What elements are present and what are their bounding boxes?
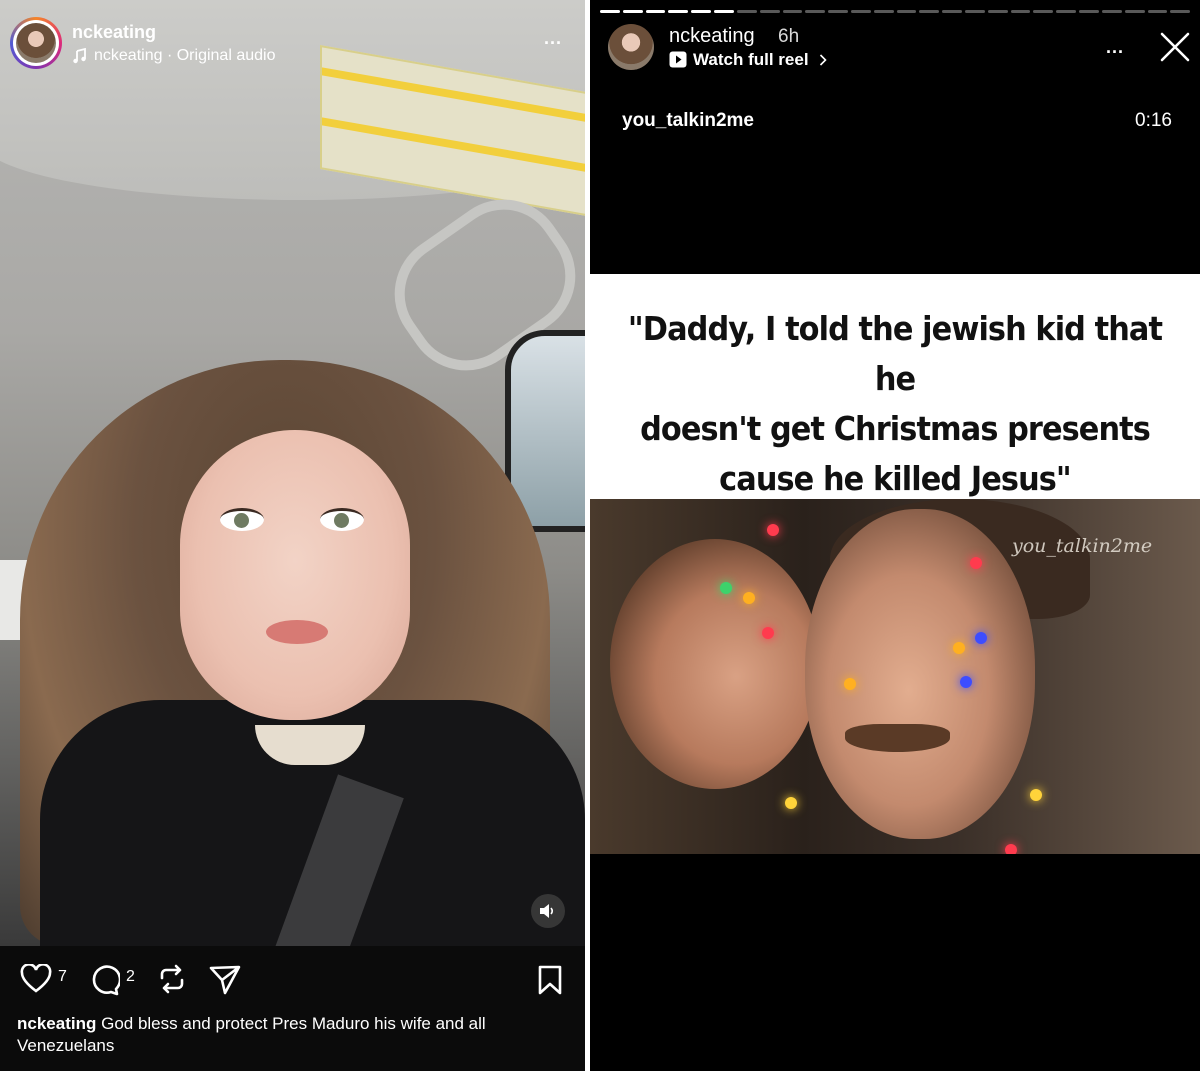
heart-icon[interactable] — [20, 964, 52, 994]
meme-image: you_talkin2me — [590, 499, 1200, 854]
progress-segment — [691, 10, 712, 13]
girl-figure — [610, 539, 820, 789]
progress-segment — [782, 10, 803, 13]
story-username[interactable]: nckeating — [669, 25, 755, 48]
reel-header: nckeating nckeating · Original audio ... — [0, 0, 585, 90]
watch-label: Watch full reel — [693, 50, 809, 69]
chevron-right-icon — [820, 54, 827, 66]
progress-segment — [987, 10, 1008, 13]
progress-segment — [736, 10, 757, 13]
progress-segment — [1079, 10, 1099, 13]
progress-segment — [645, 10, 666, 13]
person-face — [180, 430, 410, 720]
story-time: 6h — [778, 26, 800, 47]
audio-user: nckeating — [94, 47, 163, 64]
comment-count: 2 — [126, 968, 135, 985]
audio-label: Original audio — [176, 47, 276, 64]
progress-segment — [919, 10, 940, 13]
source-account[interactable]: you_talkin2me — [622, 110, 754, 132]
progress-segment — [714, 10, 734, 13]
progress-segment — [828, 10, 848, 13]
meme-line: "Daddy, I told the jewish kid that he — [627, 309, 1163, 398]
reel-duration: 0:16 — [1135, 110, 1172, 131]
progress-segment — [1147, 10, 1168, 13]
story-more-button[interactable]: ... — [1106, 37, 1124, 58]
man-figure — [805, 509, 1035, 839]
caption-username[interactable]: nckeating — [17, 1014, 96, 1033]
music-note-icon — [73, 48, 86, 64]
story-progress — [600, 10, 1191, 13]
caption: nckeating God bless and protect Pres Mad… — [17, 1013, 572, 1057]
comment-icon[interactable] — [88, 964, 120, 996]
watermark: you_talkin2me — [1012, 535, 1153, 557]
reel-video[interactable] — [0, 0, 585, 946]
mute-button[interactable] — [531, 894, 565, 928]
like-count: 7 — [58, 968, 67, 985]
progress-segment — [1170, 10, 1191, 13]
meme-line: doesn't get Christmas presents — [640, 409, 1151, 448]
progress-segment — [668, 10, 689, 13]
mustache — [845, 724, 950, 752]
repost-icon[interactable] — [158, 964, 186, 994]
progress-segment — [1124, 10, 1145, 13]
audio-attribution[interactable]: nckeating · Original audio — [94, 47, 275, 65]
progress-segment — [805, 10, 826, 13]
progress-segment — [1033, 10, 1054, 13]
progress-segment — [873, 10, 894, 13]
speaker-icon — [540, 904, 554, 918]
progress-segment — [896, 10, 917, 13]
meme-caption-card: "Daddy, I told the jewish kid that he do… — [590, 274, 1200, 499]
separator: · — [166, 47, 173, 64]
bookmark-icon[interactable] — [537, 964, 563, 996]
story-avatar[interactable] — [608, 24, 654, 70]
progress-segment — [942, 10, 962, 13]
progress-segment — [965, 10, 985, 13]
watch-full-reel-link[interactable]: Watch full reel — [669, 50, 827, 70]
reel-actions: 7 2 nckeating God bless and protect Pres… — [0, 946, 585, 1071]
play-icon — [669, 51, 687, 68]
share-icon[interactable] — [208, 964, 242, 996]
progress-segment — [1010, 10, 1031, 13]
reel-panel: nckeating nckeating · Original audio ...… — [0, 0, 585, 1071]
close-icon[interactable] — [1160, 32, 1190, 62]
meme-caption: "Daddy, I told the jewish kid that he do… — [614, 304, 1175, 504]
progress-segment — [600, 10, 620, 13]
username[interactable]: nckeating — [72, 22, 156, 43]
avatar[interactable] — [10, 17, 62, 69]
progress-segment — [759, 10, 780, 13]
meme-line: cause he killed Jesus" — [719, 459, 1072, 498]
progress-segment — [1101, 10, 1122, 13]
progress-segment — [1056, 10, 1077, 13]
progress-segment — [622, 10, 643, 13]
progress-segment — [850, 10, 871, 13]
more-button[interactable]: ... — [544, 28, 562, 49]
